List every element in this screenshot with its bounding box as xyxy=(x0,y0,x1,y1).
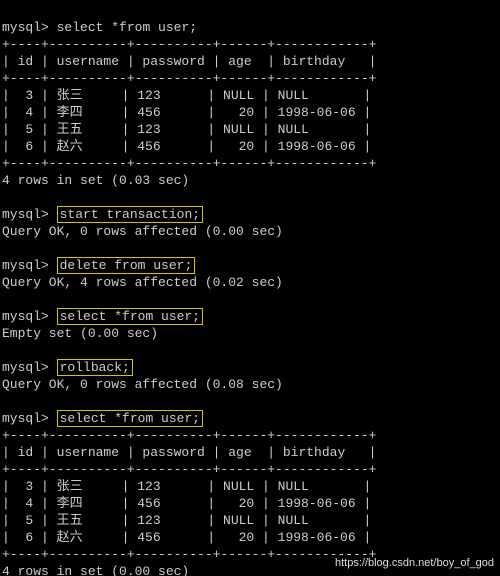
prompt: mysql> xyxy=(2,411,49,426)
query-ok: Query OK, 0 rows affected (0.08 sec) xyxy=(2,377,283,392)
rows-summary: 4 rows in set (0.03 sec) xyxy=(2,173,189,188)
prompt: mysql> xyxy=(2,258,49,273)
table-row: | 4 | 李四 | 456 | 20 | 1998-06-06 | xyxy=(2,496,371,511)
sql-select: select *from user; xyxy=(57,20,197,35)
rows-summary: 4 rows in set (0.00 sec) xyxy=(2,564,189,576)
table-row: | 3 | 张三 | 123 | NULL | NULL | xyxy=(2,479,371,494)
terminal[interactable]: mysql> select *from user; +----+--------… xyxy=(0,0,500,576)
table-row: | 3 | 张三 | 123 | NULL | NULL | xyxy=(2,88,371,103)
sql-start-transaction: start transaction; xyxy=(57,206,203,223)
table-header: | id | username | password | age | birth… xyxy=(2,54,376,69)
empty-set: Empty set (0.00 sec) xyxy=(2,326,158,341)
sql-rollback: rollback; xyxy=(57,359,133,376)
sql-select: select *from user; xyxy=(57,308,203,325)
table-row: | 6 | 赵六 | 456 | 20 | 1998-06-06 | xyxy=(2,139,371,154)
prompt: mysql> xyxy=(2,360,49,375)
table-border: +----+----------+----------+------+-----… xyxy=(2,71,376,86)
watermark: https://blog.csdn.net/boy_of_god xyxy=(335,555,494,572)
prompt: mysql> xyxy=(2,309,49,324)
table-row: | 4 | 李四 | 456 | 20 | 1998-06-06 | xyxy=(2,105,371,120)
query-ok: Query OK, 4 rows affected (0.02 sec) xyxy=(2,275,283,290)
table-header: | id | username | password | age | birth… xyxy=(2,445,376,460)
table-border: +----+----------+----------+------+-----… xyxy=(2,462,376,477)
prompt: mysql> xyxy=(2,207,49,222)
table-border: +----+----------+----------+------+-----… xyxy=(2,428,376,443)
table-border: +----+----------+----------+------+-----… xyxy=(2,547,376,562)
sql-select: select *from user; xyxy=(57,410,203,427)
table-row: | 6 | 赵六 | 456 | 20 | 1998-06-06 | xyxy=(2,530,371,545)
table-row: | 5 | 王五 | 123 | NULL | NULL | xyxy=(2,513,371,528)
table-border: +----+----------+----------+------+-----… xyxy=(2,37,376,52)
table-row: | 5 | 王五 | 123 | NULL | NULL | xyxy=(2,122,371,137)
prompt: mysql> xyxy=(2,20,49,35)
table-border: +----+----------+----------+------+-----… xyxy=(2,156,376,171)
query-ok: Query OK, 0 rows affected (0.00 sec) xyxy=(2,224,283,239)
sql-delete: delete from user; xyxy=(57,257,196,274)
